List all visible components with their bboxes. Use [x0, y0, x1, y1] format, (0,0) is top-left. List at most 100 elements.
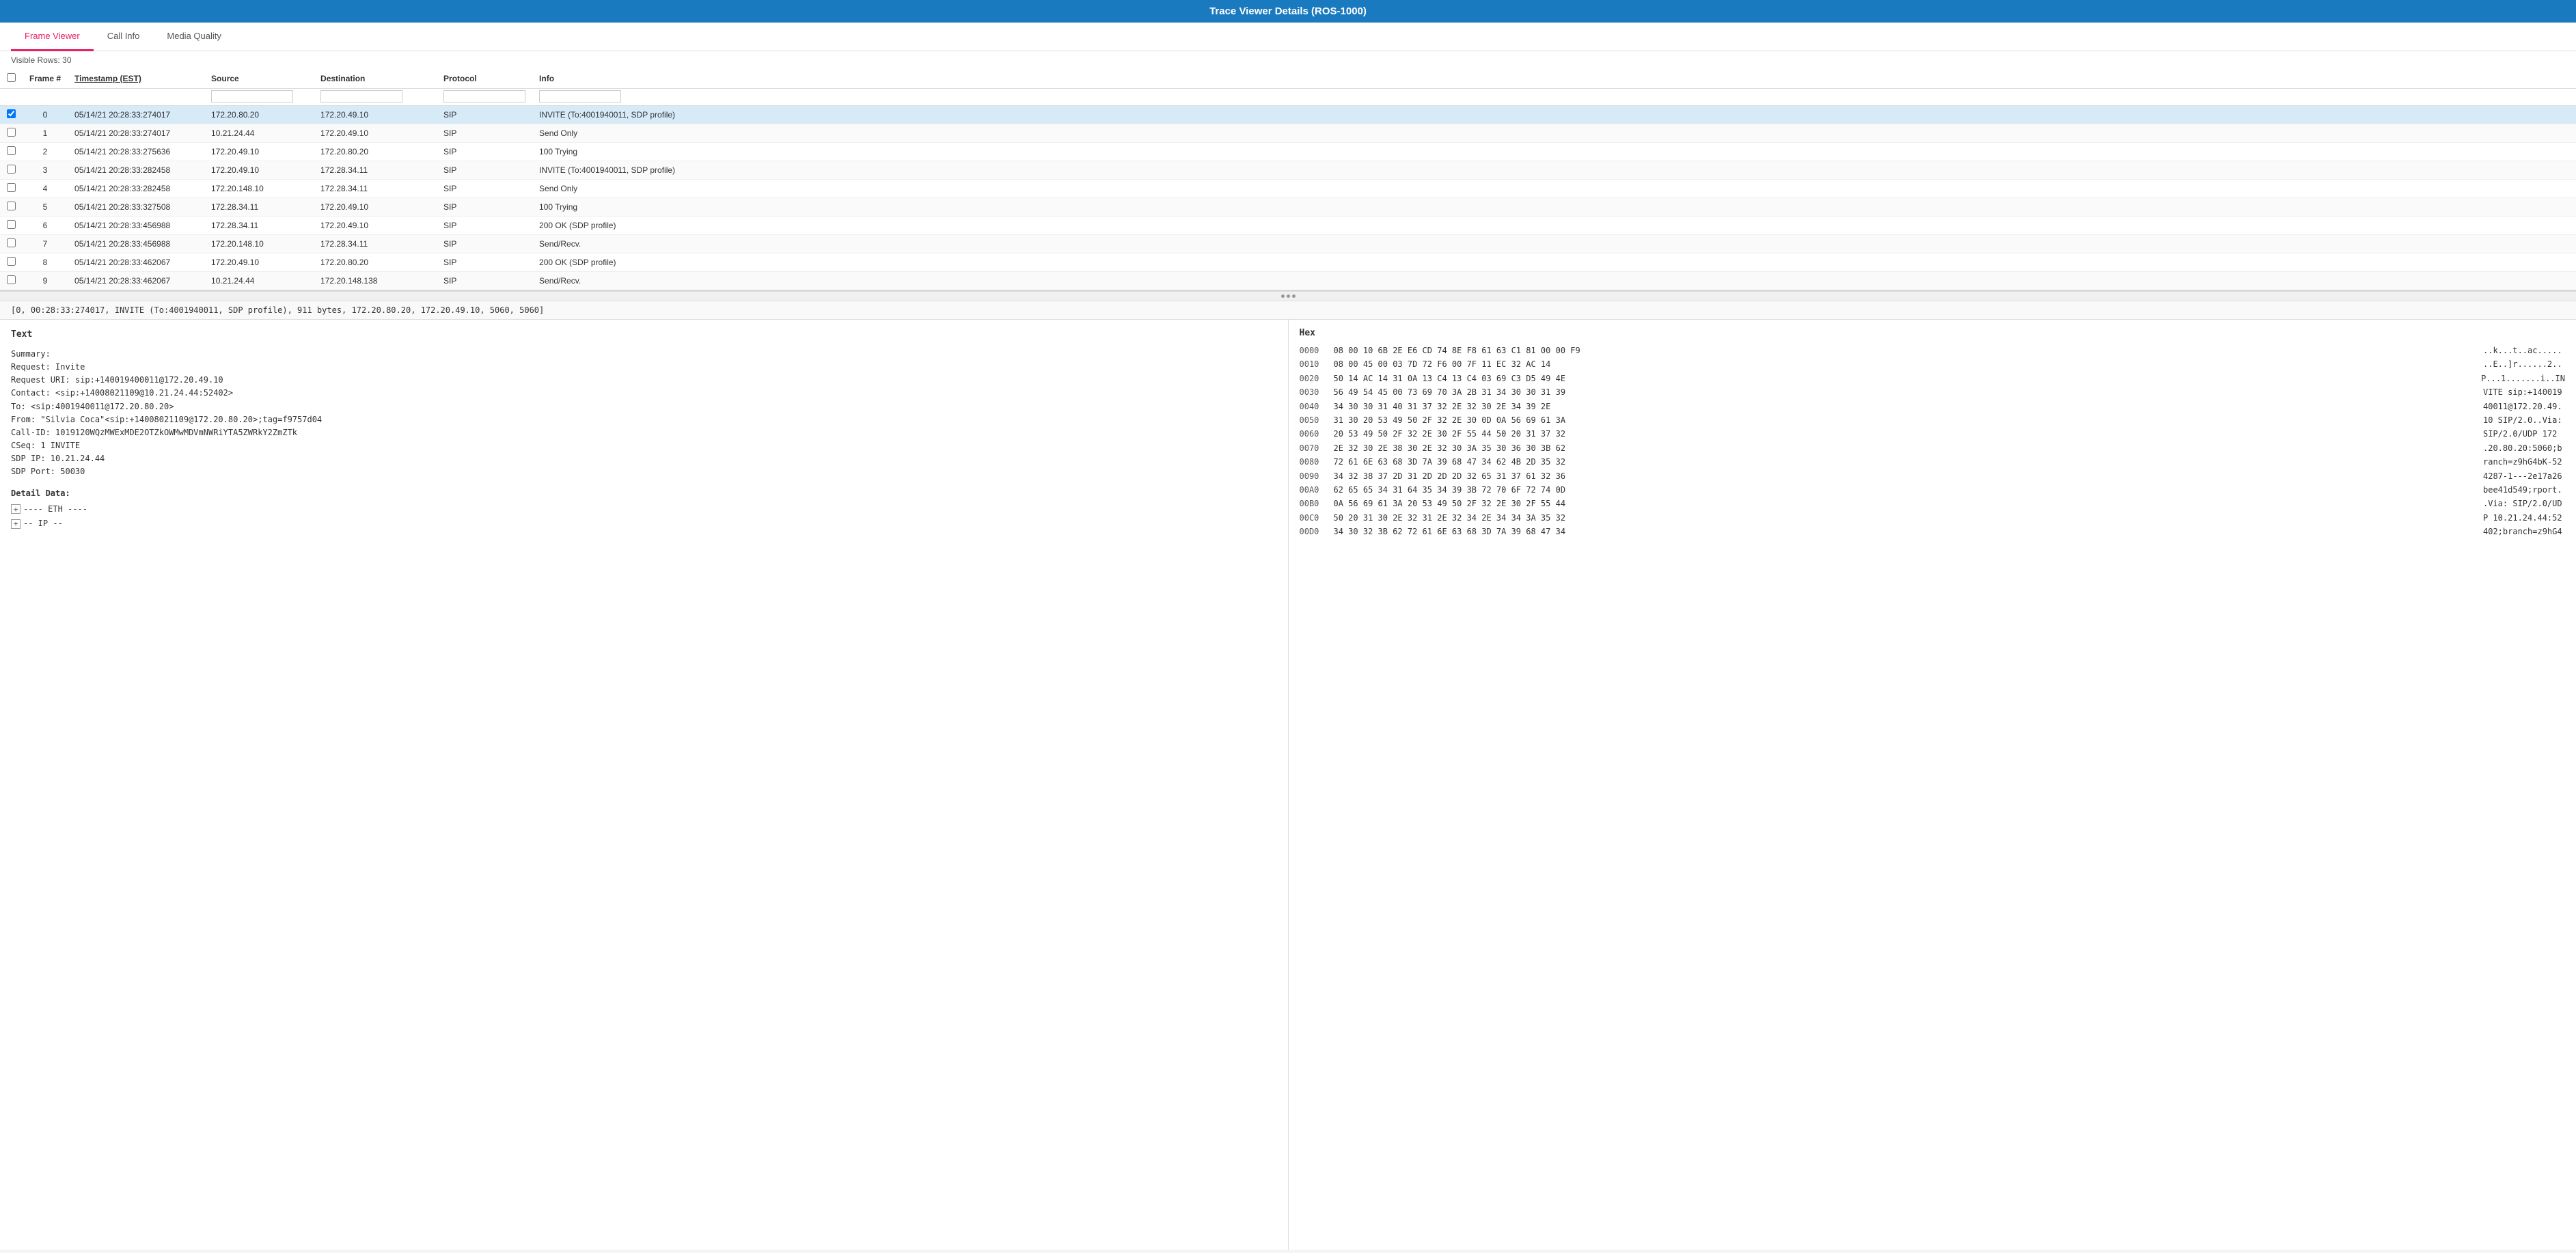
hex-row: 0070 2E 32 30 2E 38 30 2E 32 30 3A 35 30…: [1300, 441, 2566, 455]
tree-item-eth[interactable]: + ---- ETH ----: [11, 503, 1277, 516]
hex-offset: 00D0: [1300, 525, 1326, 538]
header-destination[interactable]: Destination: [314, 69, 437, 89]
tab-bar: Frame Viewer Call Info Media Quality: [0, 23, 2576, 51]
filter-protocol-col[interactable]: [437, 89, 532, 106]
hex-offset: 00A0: [1300, 483, 1326, 497]
row-checkbox-cell[interactable]: [0, 272, 23, 290]
table-section: Visible Rows: 30 Frame # Timestamp (EST)…: [0, 51, 2576, 291]
row-frame: 4: [23, 180, 68, 198]
filter-source-col[interactable]: [204, 89, 314, 106]
filter-dest-col[interactable]: [314, 89, 437, 106]
info-filter-input[interactable]: [539, 90, 621, 102]
row-protocol: SIP: [437, 253, 532, 272]
row-checkbox[interactable]: [7, 220, 16, 229]
row-checkbox-cell[interactable]: [0, 235, 23, 253]
tree-label-ip: -- IP --: [23, 517, 63, 530]
row-destination: 172.20.49.10: [314, 106, 437, 124]
table-row[interactable]: 6 05/14/21 20:28:33:456988 172.28.34.11 …: [0, 217, 2576, 235]
row-checkbox-cell[interactable]: [0, 180, 23, 198]
row-checkbox[interactable]: [7, 202, 16, 210]
hex-ascii: .Via: SIP/2.0/UD: [2483, 497, 2565, 510]
header-info[interactable]: Info: [532, 69, 2576, 89]
row-checkbox-cell[interactable]: [0, 198, 23, 217]
hex-bytes: 34 30 30 31 40 31 37 32 2E 32 30 2E 34 3…: [1334, 400, 2476, 413]
hex-rows-container: 0000 08 00 10 6B 2E E6 CD 74 8E F8 61 63…: [1300, 344, 2566, 538]
row-checkbox[interactable]: [7, 128, 16, 137]
row-destination: 172.20.49.10: [314, 198, 437, 217]
row-checkbox-cell[interactable]: [0, 253, 23, 272]
table-row[interactable]: 3 05/14/21 20:28:33:282458 172.20.49.10 …: [0, 161, 2576, 180]
row-info: 200 OK (SDP profile): [532, 253, 2576, 272]
row-source: 172.20.148.10: [204, 235, 314, 253]
row-checkbox-cell[interactable]: [0, 106, 23, 124]
row-timestamp: 05/14/21 20:28:33:462067: [68, 253, 204, 272]
header-source[interactable]: Source: [204, 69, 314, 89]
table-row[interactable]: 5 05/14/21 20:28:33:327508 172.28.34.11 …: [0, 198, 2576, 217]
row-checkbox-cell[interactable]: [0, 124, 23, 143]
tab-frame-viewer[interactable]: Frame Viewer: [11, 23, 94, 51]
hex-ascii: SIP/2.0/UDP 172: [2483, 427, 2565, 441]
protocol-filter-input[interactable]: [443, 90, 525, 102]
hex-bytes: 62 65 65 34 31 64 35 34 39 3B 72 70 6F 7…: [1334, 483, 2476, 497]
table-row[interactable]: 4 05/14/21 20:28:33:282458 172.20.148.10…: [0, 180, 2576, 198]
tab-call-info[interactable]: Call Info: [94, 23, 154, 51]
source-filter-input[interactable]: [211, 90, 293, 102]
table-row[interactable]: 0 05/14/21 20:28:33:274017 172.20.80.20 …: [0, 106, 2576, 124]
lower-panel: Text Summary: Request: Invite Request UR…: [0, 320, 2576, 1250]
tree-expand-ip[interactable]: +: [11, 519, 20, 529]
row-timestamp: 05/14/21 20:28:33:327508: [68, 198, 204, 217]
row-checkbox[interactable]: [7, 146, 16, 155]
destination-filter-input[interactable]: [320, 90, 402, 102]
hex-bytes: 34 32 38 37 2D 31 2D 2D 2D 32 65 31 37 6…: [1334, 469, 2476, 483]
hex-row: 00B0 0A 56 69 61 3A 20 53 49 50 2F 32 2E…: [1300, 497, 2566, 510]
row-checkbox-cell[interactable]: [0, 161, 23, 180]
filter-info-col[interactable]: [532, 89, 2576, 106]
hex-bytes: 2E 32 30 2E 38 30 2E 32 30 3A 35 30 36 3…: [1334, 441, 2476, 455]
hex-offset: 0030: [1300, 385, 1326, 399]
row-frame: 5: [23, 198, 68, 217]
filter-frame-col: [23, 89, 68, 106]
row-info: INVITE (To:4001940011, SDP profile): [532, 161, 2576, 180]
summary-bar: [0, 00:28:33:274017, INVITE (To:40019400…: [0, 301, 2576, 320]
row-checkbox[interactable]: [7, 275, 16, 284]
table-row[interactable]: 8 05/14/21 20:28:33:462067 172.20.49.10 …: [0, 253, 2576, 272]
hex-bytes: 08 00 10 6B 2E E6 CD 74 8E F8 61 63 C1 8…: [1334, 344, 2476, 357]
header-frame[interactable]: Frame #: [23, 69, 68, 89]
row-destination: 172.28.34.11: [314, 180, 437, 198]
row-protocol: SIP: [437, 217, 532, 235]
row-checkbox[interactable]: [7, 183, 16, 192]
row-protocol: SIP: [437, 161, 532, 180]
header-timestamp[interactable]: Timestamp (EST): [68, 69, 204, 89]
hex-panel-title: Hex: [1300, 328, 2566, 338]
app-title: Trace Viewer Details (ROS-1000): [1209, 5, 1367, 17]
hex-ascii: VITE sip:+140019: [2483, 385, 2565, 399]
row-frame: 0: [23, 106, 68, 124]
select-all-checkbox[interactable]: [7, 73, 16, 82]
row-protocol: SIP: [437, 143, 532, 161]
hex-row: 0080 72 61 6E 63 68 3D 7A 39 68 47 34 62…: [1300, 455, 2566, 469]
table-row[interactable]: 9 05/14/21 20:28:33:462067 10.21.24.44 1…: [0, 272, 2576, 290]
row-timestamp: 05/14/21 20:28:33:456988: [68, 235, 204, 253]
row-info: 100 Trying: [532, 143, 2576, 161]
table-row[interactable]: 7 05/14/21 20:28:33:456988 172.20.148.10…: [0, 235, 2576, 253]
hex-offset: 0000: [1300, 344, 1326, 357]
row-checkbox[interactable]: [7, 238, 16, 247]
row-checkbox-cell[interactable]: [0, 143, 23, 161]
row-checkbox-cell[interactable]: [0, 217, 23, 235]
header-protocol[interactable]: Protocol: [437, 69, 532, 89]
drag-handle[interactable]: [0, 291, 2576, 301]
row-checkbox[interactable]: [7, 257, 16, 266]
row-checkbox[interactable]: [7, 109, 16, 118]
row-checkbox[interactable]: [7, 165, 16, 174]
hex-bytes: 34 30 32 3B 62 72 61 6E 63 68 3D 7A 39 6…: [1334, 525, 2476, 538]
tree-expand-eth[interactable]: +: [11, 504, 20, 514]
table-row[interactable]: 2 05/14/21 20:28:33:275636 172.20.49.10 …: [0, 143, 2576, 161]
tree-item-ip[interactable]: + -- IP --: [11, 517, 1277, 530]
hex-row: 0010 08 00 45 00 03 7D 72 F6 00 7F 11 EC…: [1300, 357, 2566, 371]
row-source: 172.20.49.10: [204, 253, 314, 272]
text-panel: Text Summary: Request: Invite Request UR…: [0, 320, 1289, 1250]
hex-offset: 0060: [1300, 427, 1326, 441]
header-checkbox[interactable]: [0, 69, 23, 89]
tab-media-quality[interactable]: Media Quality: [153, 23, 234, 51]
table-row[interactable]: 1 05/14/21 20:28:33:274017 10.21.24.44 1…: [0, 124, 2576, 143]
